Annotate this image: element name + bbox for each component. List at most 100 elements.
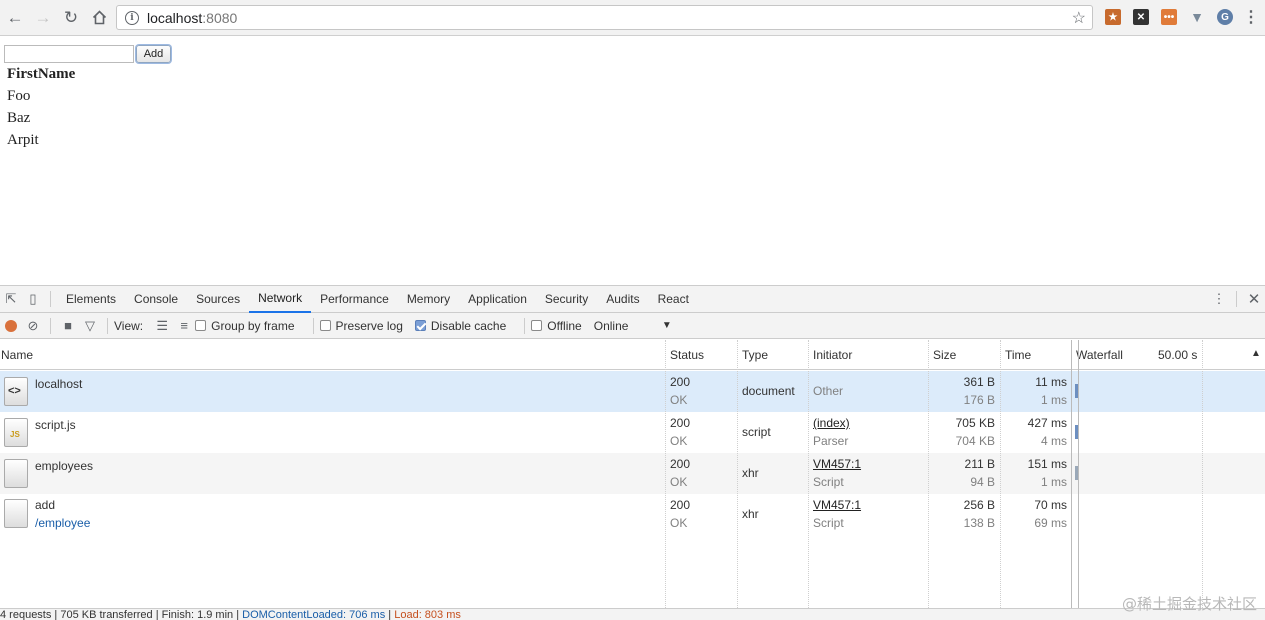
waterfall-bar [1075,384,1078,398]
name-row: Arpit [7,132,39,148]
size-content: 704 KB [955,434,995,448]
forward-icon[interactable]: → [30,5,56,31]
extension-dots-icon[interactable]: ••• [1161,9,1177,25]
initiator-type: Parser [813,434,849,448]
offline-checkbox[interactable] [531,320,543,331]
separator [312,317,314,334]
firstname-header: FirstName [7,66,76,82]
table-row[interactable]: add /employee 200 OK xhr VM457:1 Script … [0,494,1265,535]
vue-devtools-icon[interactable]: ▼ [1189,9,1205,25]
home-icon[interactable] [86,5,112,31]
network-summary: 4 requests | 705 KB transferred | Finish… [0,608,1265,620]
col-waterfall[interactable]: Waterfall [1076,348,1123,362]
js-file-icon: JS [4,418,28,447]
col-status[interactable]: Status [670,348,704,362]
back-icon[interactable]: ← [2,5,28,31]
summary-text: 4 requests | 705 KB transferred | Finish… [0,609,243,620]
initiator-link[interactable]: VM457:1 [813,457,861,471]
throttling-select[interactable]: Online ▼ [594,319,672,333]
extension-x-icon[interactable]: ✕ [1133,9,1149,25]
bookmark-star-icon[interactable]: ☆ [1072,8,1086,28]
info-icon[interactable]: i [125,10,139,25]
col-size[interactable]: Size [933,348,956,362]
overview-icon[interactable]: ≡ [173,315,195,337]
domcontentloaded-text: DOMContentLoaded: 706 ms [242,609,386,620]
col-type[interactable]: Type [742,348,768,362]
summary-separator: | [385,609,395,620]
preserve-log-option[interactable]: Preserve log [319,319,403,333]
offline-option[interactable]: Offline [531,318,582,333]
time: 70 ms [1034,498,1067,512]
waterfall-bar [1075,466,1078,480]
browser-toolbar: ← → ↻ i localhost:8080 ☆ ★ ✕ ••• ▼ G ⋮ [0,0,1265,36]
group-by-frame-option[interactable]: Group by frame [195,319,295,333]
status-text: OK [670,475,688,489]
file-icon [4,499,28,528]
column-divider [665,340,666,608]
separator [50,317,51,334]
separator [50,291,51,307]
devtools-tabbar: ⇱ ▯ Elements Console Sources Network Per… [0,285,1265,313]
latency: 69 ms [1034,516,1067,530]
url-text: localhost:8080 [147,9,238,26]
name-row: Baz [7,110,31,126]
menu-icon[interactable]: ⋮ [1243,9,1259,26]
status-text: OK [670,393,688,407]
column-divider [1000,340,1001,608]
request-path: /employee [35,516,91,530]
initiator-link[interactable]: VM457:1 [813,498,861,512]
tab-console[interactable]: Console [125,286,187,313]
devtools-menu-icon[interactable]: ⋮ [1208,288,1230,310]
close-devtools-icon[interactable]: ✕ [1243,288,1265,310]
request-name: add [35,498,56,512]
capture-screenshots-icon[interactable]: ■ [57,315,79,337]
tab-network[interactable]: Network [249,286,312,313]
disable-cache-option[interactable]: Disable cache [414,319,506,333]
col-time[interactable]: Time [1005,348,1031,362]
waterfall-start-line [1078,340,1079,608]
tab-memory[interactable]: Memory [398,286,459,313]
extension-icon[interactable]: ★ [1105,9,1121,25]
address-bar[interactable]: i localhost:8080 ☆ [116,5,1093,30]
large-rows-icon[interactable]: ☰ [151,315,173,337]
initiator: Other [813,384,844,398]
filter-icon[interactable]: ▽ [79,315,101,337]
tab-sources[interactable]: Sources [187,286,249,313]
offline-label: Offline [547,318,582,333]
file-icon [4,459,28,488]
name-input[interactable] [4,45,134,63]
waterfall-gridline [1202,340,1203,608]
clear-icon[interactable]: ⊘ [22,315,44,337]
sort-up-icon[interactable]: ▲ [1251,348,1261,359]
group-by-frame-checkbox[interactable] [195,320,207,331]
network-toolbar: ⊘ ■ ▽ View: ☰ ≡ Group by frame Preserve … [0,313,1265,339]
time: 151 ms [1027,457,1067,471]
device-toolbar-icon[interactable]: ▯ [22,288,44,310]
preserve-log-checkbox[interactable] [319,320,331,331]
size-content: 94 B [970,475,995,489]
dropdown-arrow-icon: ▼ [661,320,672,331]
initiator-type: Script [813,516,844,530]
reload-icon[interactable]: ↻ [58,5,84,31]
tab-security[interactable]: Security [536,286,597,313]
tab-audits[interactable]: Audits [597,286,648,313]
tab-react[interactable]: React [649,286,698,313]
network-table-header: Name Status Type Initiator Size Time Wat… [0,340,1265,370]
size: 361 B [963,375,995,389]
tab-application[interactable]: Application [459,286,536,313]
waterfall-bar [1075,425,1078,439]
tab-performance[interactable]: Performance [311,286,398,313]
status-text: OK [670,434,688,448]
latency: 4 ms [1040,434,1067,448]
grammarly-icon[interactable]: G [1217,9,1233,25]
html-file-icon: <> [4,377,28,406]
inspect-element-icon[interactable]: ⇱ [0,288,22,310]
add-button[interactable]: Add [136,45,171,63]
col-initiator[interactable]: Initiator [813,348,852,362]
request-type: xhr [742,507,759,521]
initiator-link[interactable]: (index) [813,416,850,430]
col-name[interactable]: Name [1,348,33,362]
record-icon[interactable] [0,315,22,337]
tab-elements[interactable]: Elements [57,286,125,313]
disable-cache-checkbox[interactable] [414,320,426,331]
